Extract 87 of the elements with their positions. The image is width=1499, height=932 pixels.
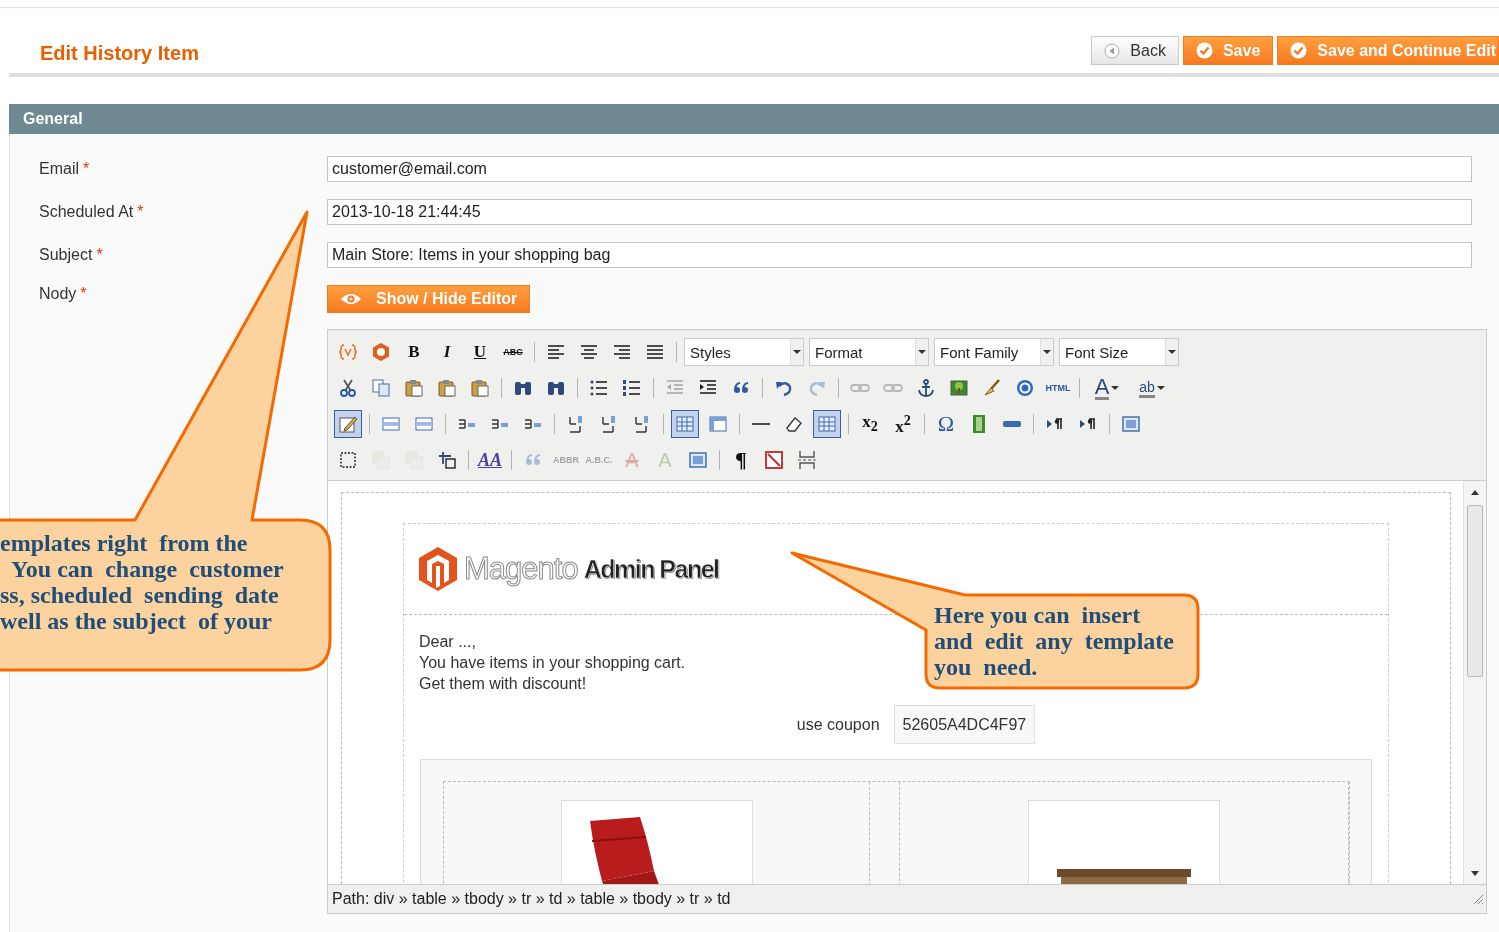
table-row-icon bbox=[381, 414, 401, 434]
required-mark: * bbox=[96, 246, 103, 263]
back-button[interactable]: Back bbox=[1091, 36, 1179, 65]
toolbar-button[interactable]: AA bbox=[476, 446, 504, 474]
check-icon bbox=[1195, 42, 1213, 59]
plus-square-icon bbox=[437, 450, 457, 470]
toolbar-button[interactable]: Ω bbox=[932, 410, 960, 438]
toolbar-button[interactable]: ¶ bbox=[727, 446, 755, 474]
logo-text: Admin Panel bbox=[583, 554, 719, 584]
no-entry-icon bbox=[764, 450, 784, 470]
eye-icon bbox=[340, 292, 362, 306]
toolbar-button[interactable]: A bbox=[1087, 374, 1127, 402]
toolbar-button[interactable]: ab bbox=[1132, 374, 1172, 402]
email-text: Dear ..., bbox=[419, 632, 476, 652]
section-header: General bbox=[9, 104, 1499, 134]
line-icon bbox=[752, 422, 770, 426]
resize-grip-icon[interactable] bbox=[1472, 893, 1484, 905]
toolbar-button[interactable]: ABC bbox=[499, 338, 527, 366]
align-left-icon bbox=[546, 342, 566, 362]
callout-text: Here you can insert and edit any template you need. bbox=[934, 602, 1174, 680]
page-title: Edit History Item bbox=[40, 42, 199, 65]
pencil-document-icon bbox=[338, 414, 358, 434]
align-justify-icon bbox=[645, 342, 665, 362]
toolbar-button[interactable]: x$^{2}$ bbox=[889, 410, 917, 438]
callout-text: emplates right from the You can change customer ss, scheduled sending date well as the subject of your bbox=[0, 530, 284, 634]
page-break-icon bbox=[797, 450, 817, 470]
toolbar-button[interactable] bbox=[671, 410, 699, 438]
scrollbar-thumb[interactable] bbox=[1467, 505, 1483, 677]
window-icon bbox=[688, 450, 708, 470]
table-row-icon bbox=[414, 414, 434, 434]
toolbar-button[interactable]: U bbox=[466, 338, 494, 366]
clipboard-icon bbox=[470, 378, 490, 398]
anchor-icon bbox=[916, 378, 936, 398]
clipboard-icon bbox=[437, 378, 457, 398]
copy-icon bbox=[371, 378, 391, 398]
picture-frame-icon bbox=[949, 378, 969, 398]
email-text: You have items in your shopping cart. bbox=[419, 653, 686, 673]
field-label: Nody bbox=[39, 285, 77, 302]
field-label: Scheduled At bbox=[39, 203, 134, 220]
toolbar-button[interactable]: HTML bbox=[1044, 374, 1072, 402]
field-label: Email bbox=[39, 160, 79, 177]
field-label: Subject bbox=[39, 246, 93, 263]
toolbar-button[interactable]: I bbox=[433, 338, 461, 366]
required-mark: * bbox=[83, 160, 90, 177]
table-icon bbox=[708, 414, 728, 434]
toolbar-button[interactable]: x$_{2}$ bbox=[856, 410, 884, 438]
dropdown[interactable]: Styles bbox=[684, 338, 804, 366]
scissors-icon bbox=[338, 378, 358, 398]
required-mark: * bbox=[137, 203, 144, 220]
caret-icon bbox=[1043, 350, 1051, 354]
input-field[interactable]: customer@email.com bbox=[327, 156, 1472, 182]
dropdown[interactable]: Font Family bbox=[934, 338, 1054, 366]
toolbar-button[interactable]: B bbox=[400, 338, 428, 366]
dropdown[interactable]: Format bbox=[809, 338, 929, 366]
braces-icon bbox=[338, 342, 358, 362]
down-arrow-icon bbox=[1471, 870, 1479, 876]
caret-icon bbox=[918, 350, 926, 354]
dashed-square-icon bbox=[338, 450, 358, 470]
caret-icon bbox=[793, 350, 801, 354]
toolbar-button[interactable] bbox=[334, 410, 362, 438]
check-icon bbox=[1290, 42, 1308, 59]
caret-icon bbox=[1168, 350, 1176, 354]
toolbar-button[interactable] bbox=[813, 410, 841, 438]
input-field[interactable]: Main Store: Items in your shopping bag bbox=[327, 242, 1472, 268]
coupon-code: 52605A4DC4F97 bbox=[893, 705, 1036, 744]
dropdown[interactable]: Font Size bbox=[1059, 338, 1179, 366]
required-mark: * bbox=[80, 285, 87, 302]
up-arrow-icon bbox=[1471, 489, 1479, 495]
email-text: Get them with discount! bbox=[419, 674, 587, 694]
number-list-icon bbox=[622, 378, 642, 398]
hexagon-icon bbox=[371, 342, 391, 362]
logo-text: Magento bbox=[464, 551, 578, 587]
align-center-icon bbox=[579, 342, 599, 362]
brush-icon bbox=[982, 378, 1002, 398]
align-right-icon bbox=[612, 342, 632, 362]
grid-icon bbox=[817, 414, 837, 434]
coupon-label: use coupon bbox=[796, 715, 880, 735]
bullet-list-icon bbox=[589, 378, 609, 398]
grid-icon bbox=[675, 414, 695, 434]
back-icon bbox=[1104, 42, 1121, 59]
window-icon bbox=[1121, 414, 1141, 434]
scrollbar[interactable] bbox=[1463, 481, 1486, 884]
clipboard-icon bbox=[404, 378, 424, 398]
element-path: Path: div » table » tbody » tr » td » table » tbody » tr » td bbox=[332, 890, 731, 908]
help-icon bbox=[1015, 378, 1035, 398]
logo-icon bbox=[418, 546, 458, 592]
input-field[interactable]: 2013-10-18 21:44:45 bbox=[327, 199, 1472, 225]
